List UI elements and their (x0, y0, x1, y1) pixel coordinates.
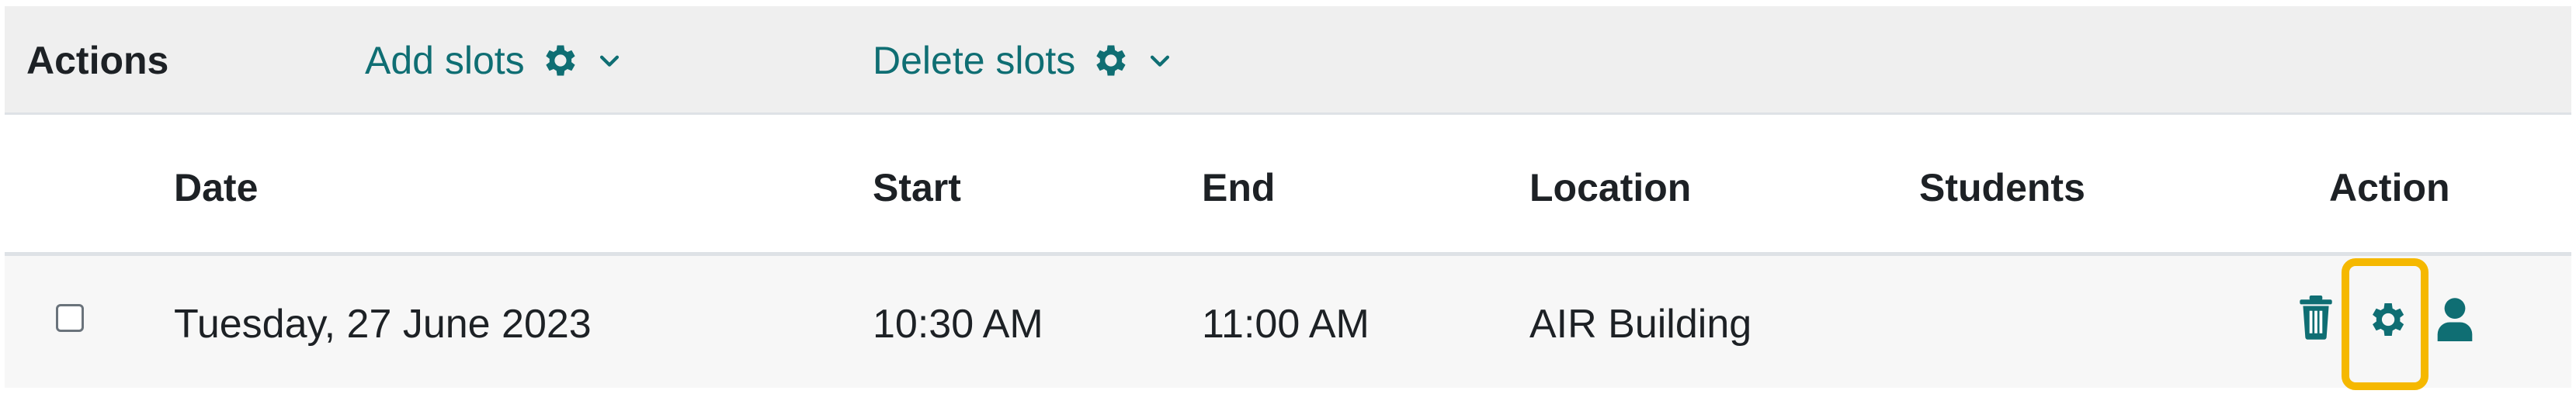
gear-icon (1096, 45, 1126, 76)
column-header-students: Students (1919, 166, 2085, 209)
delete-slots-menu[interactable]: Delete slots (873, 36, 1173, 85)
column-header-location[interactable]: Location (1529, 163, 1691, 213)
actions-bar: Actions Add slots Delete slots (5, 6, 2571, 115)
row-select-checkbox[interactable] (56, 304, 84, 332)
person-icon[interactable] (2435, 296, 2475, 341)
column-header-start[interactable]: Start (873, 163, 961, 213)
column-header-end[interactable]: End (1202, 163, 1275, 213)
highlight-box (2342, 258, 2428, 390)
add-slots-label: Add slots (365, 39, 525, 82)
chevron-down-icon (599, 55, 619, 67)
table-row: Tuesday, 27 June 2023 10:30 AM 11:00 AM … (5, 256, 2571, 388)
actions-label: Actions (26, 39, 169, 82)
slot-start-time: 10:30 AM (873, 302, 1043, 347)
table-header-row: Date Start End Location Students Action (5, 115, 2571, 256)
slot-location: AIR Building (1529, 302, 1752, 347)
delete-slots-label: Delete slots (873, 39, 1076, 82)
column-header-date[interactable]: Date (174, 163, 258, 213)
slot-end-time: 11:00 AM (1202, 302, 1370, 347)
gear-icon (545, 45, 575, 76)
add-slots-menu[interactable]: Add slots (365, 36, 623, 85)
trash-icon[interactable] (2297, 295, 2335, 340)
slots-panel: Actions Add slots Delete slots Date Star… (5, 6, 2571, 390)
chevron-down-icon (1151, 55, 1170, 67)
slot-date: Tuesday, 27 June 2023 (174, 302, 592, 347)
column-header-action: Action (2329, 166, 2450, 209)
